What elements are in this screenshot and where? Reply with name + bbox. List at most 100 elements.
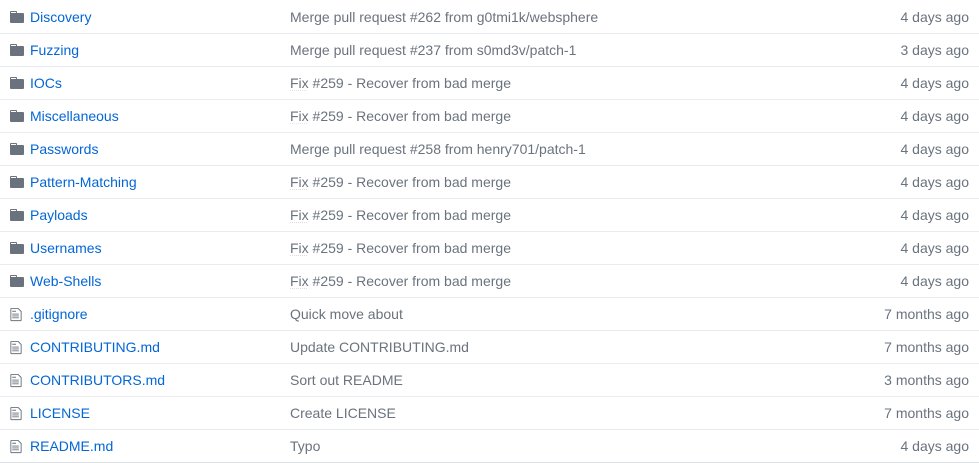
name-cell: Passwords <box>30 141 290 157</box>
commit-message[interactable]: Quick move about <box>290 306 779 322</box>
commit-message-prefix[interactable]: Fix <box>290 75 309 91</box>
commit-age: 4 days ago <box>900 8 970 25</box>
name-cell: .gitignore <box>30 306 290 322</box>
commit-age: 4 days ago <box>900 273 970 289</box>
commit-age: 4 days ago <box>900 141 970 157</box>
name-cell: Miscellaneous <box>30 108 290 124</box>
file-icon <box>0 373 30 388</box>
file-name-link[interactable]: Web-Shells <box>30 273 101 289</box>
folder-icon <box>0 143 30 155</box>
folder-icon <box>0 242 30 254</box>
directory-row: IOCs Fix #259 - Recover from bad merge 4 d… <box>0 66 979 99</box>
name-cell: Usernames <box>30 240 290 256</box>
folder-icon <box>0 77 30 89</box>
folder-icon <box>0 10 30 23</box>
file-name-link[interactable]: Discovery <box>30 9 91 25</box>
file-name-link[interactable]: Pattern-Matching <box>30 174 137 190</box>
folder-icon <box>0 44 30 56</box>
commit-message-prefix[interactable]: Fix <box>290 108 309 124</box>
file-name-link[interactable]: Fuzzing <box>30 42 79 58</box>
name-cell: Pattern-Matching <box>30 174 290 190</box>
folder-icon <box>0 275 30 287</box>
commit-message-prefix[interactable]: Fix <box>290 273 309 289</box>
file-name-link[interactable]: Usernames <box>30 240 102 256</box>
file-row: CONTRIBUTORS.md Sort out README 3 months a… <box>0 363 979 396</box>
file-list-table: Discovery Merge pull request #262 from g0… <box>0 0 979 463</box>
commit-message-text[interactable]: #259 - Recover from bad merge <box>309 174 511 190</box>
name-cell: Payloads <box>30 207 290 223</box>
commit-age: 4 days ago <box>900 108 970 124</box>
commit-age: 4 days ago <box>900 438 970 454</box>
commit-message[interactable]: Fix #259 - Recover from bad merge <box>290 207 779 223</box>
commit-message-prefix[interactable]: Fix <box>290 240 309 256</box>
commit-age: 3 months ago <box>884 372 969 388</box>
name-cell: README.md <box>30 438 290 454</box>
directory-row: Miscellaneous Fix #259 - Recover from bad… <box>0 99 979 132</box>
file-name-link[interactable]: IOCs <box>30 75 62 91</box>
directory-row: Web-Shells Fix #259 - Recover from bad me… <box>0 264 979 297</box>
commit-message-text[interactable]: Merge pull request #262 from g0tmi1k/web… <box>290 9 598 25</box>
directory-row: Payloads Fix #259 - Recover from bad merg… <box>0 198 979 231</box>
commit-message[interactable]: Fix #259 - Recover from bad merge <box>290 273 779 289</box>
directory-row: Fuzzing Merge pull request #237 from s0md… <box>0 33 979 66</box>
commit-message-text[interactable]: Update CONTRIBUTING.md <box>290 339 469 355</box>
commit-message-text[interactable]: Create LICENSE <box>290 405 396 421</box>
commit-message[interactable]: Fix #259 - Recover from bad merge <box>290 75 779 91</box>
directory-row: Pattern-Matching Fix #259 - Recover from … <box>0 165 979 198</box>
commit-age: 7 months ago <box>884 306 969 322</box>
commit-age: 4 days ago <box>900 174 970 190</box>
commit-message-text[interactable]: #259 - Recover from bad merge <box>309 75 511 91</box>
commit-message-text[interactable]: #259 - Recover from bad merge <box>309 273 511 289</box>
commit-message[interactable]: Typo <box>290 438 779 454</box>
folder-icon <box>0 176 30 188</box>
commit-message-text[interactable]: #259 - Recover from bad merge <box>309 207 511 223</box>
file-row: CONTRIBUTING.md Update CONTRIBUTING.md 7 m… <box>0 330 979 363</box>
directory-row: Discovery Merge pull request #262 from g0… <box>0 0 979 33</box>
file-name-link[interactable]: .gitignore <box>30 306 88 322</box>
directory-row: Usernames Fix #259 - Recover from bad mer… <box>0 231 979 264</box>
commit-age: 4 days ago <box>900 75 970 91</box>
commit-age: 4 days ago <box>900 207 970 223</box>
commit-message[interactable]: Update CONTRIBUTING.md <box>290 339 779 355</box>
commit-message-prefix[interactable]: Fix <box>290 174 309 190</box>
commit-age: 7 months ago <box>884 405 969 421</box>
file-name-link[interactable]: Payloads <box>30 207 88 223</box>
file-name-link[interactable]: Passwords <box>30 141 98 157</box>
name-cell: CONTRIBUTING.md <box>30 339 290 355</box>
commit-message[interactable]: Merge pull request #262 from g0tmi1k/web… <box>290 9 779 25</box>
directory-row: Passwords Merge pull request #258 from he… <box>0 132 979 165</box>
file-name-link[interactable]: CONTRIBUTING.md <box>30 339 160 355</box>
commit-message-prefix[interactable]: Fix <box>290 207 309 223</box>
commit-message[interactable]: Fix #259 - Recover from bad merge <box>290 174 779 190</box>
commit-message[interactable]: Fix #259 - Recover from bad merge <box>290 240 779 256</box>
name-cell: IOCs <box>30 75 290 91</box>
name-cell: LICENSE <box>30 405 290 421</box>
file-name-link[interactable]: Miscellaneous <box>30 108 119 124</box>
commit-message[interactable]: Merge pull request #258 from henry701/pa… <box>290 141 779 157</box>
commit-message-text[interactable]: Merge pull request #237 from s0md3v/patc… <box>290 42 576 58</box>
commit-message-text[interactable]: #259 - Recover from bad merge <box>309 240 511 256</box>
commit-message-text[interactable]: Typo <box>290 438 320 454</box>
file-row: .gitignore Quick move about 7 months ago <box>0 297 979 330</box>
file-name-link[interactable]: README.md <box>30 438 113 454</box>
file-icon <box>0 307 30 322</box>
name-cell: Web-Shells <box>30 273 290 289</box>
name-cell: CONTRIBUTORS.md <box>30 372 290 388</box>
commit-message-text[interactable]: Merge pull request #258 from henry701/pa… <box>290 141 586 157</box>
commit-message-text[interactable]: Quick move about <box>290 306 403 322</box>
commit-message[interactable]: Sort out README <box>290 372 779 388</box>
file-name-link[interactable]: LICENSE <box>30 405 90 421</box>
commit-age: 7 months ago <box>884 339 969 355</box>
file-row: LICENSE Create LICENSE 7 months ago <box>0 396 979 429</box>
file-name-link[interactable]: CONTRIBUTORS.md <box>30 372 165 388</box>
commit-message-text[interactable]: Sort out README <box>290 372 403 388</box>
folder-icon <box>0 209 30 221</box>
file-row: README.md Typo 4 days ago <box>0 429 979 462</box>
file-icon <box>0 406 30 421</box>
commit-message-text[interactable]: #259 - Recover from bad merge <box>309 108 511 124</box>
folder-icon <box>0 110 30 122</box>
commit-message[interactable]: Merge pull request #237 from s0md3v/patc… <box>290 42 779 58</box>
commit-age: 4 days ago <box>900 240 970 256</box>
commit-message[interactable]: Create LICENSE <box>290 405 779 421</box>
commit-message[interactable]: Fix #259 - Recover from bad merge <box>290 108 779 124</box>
